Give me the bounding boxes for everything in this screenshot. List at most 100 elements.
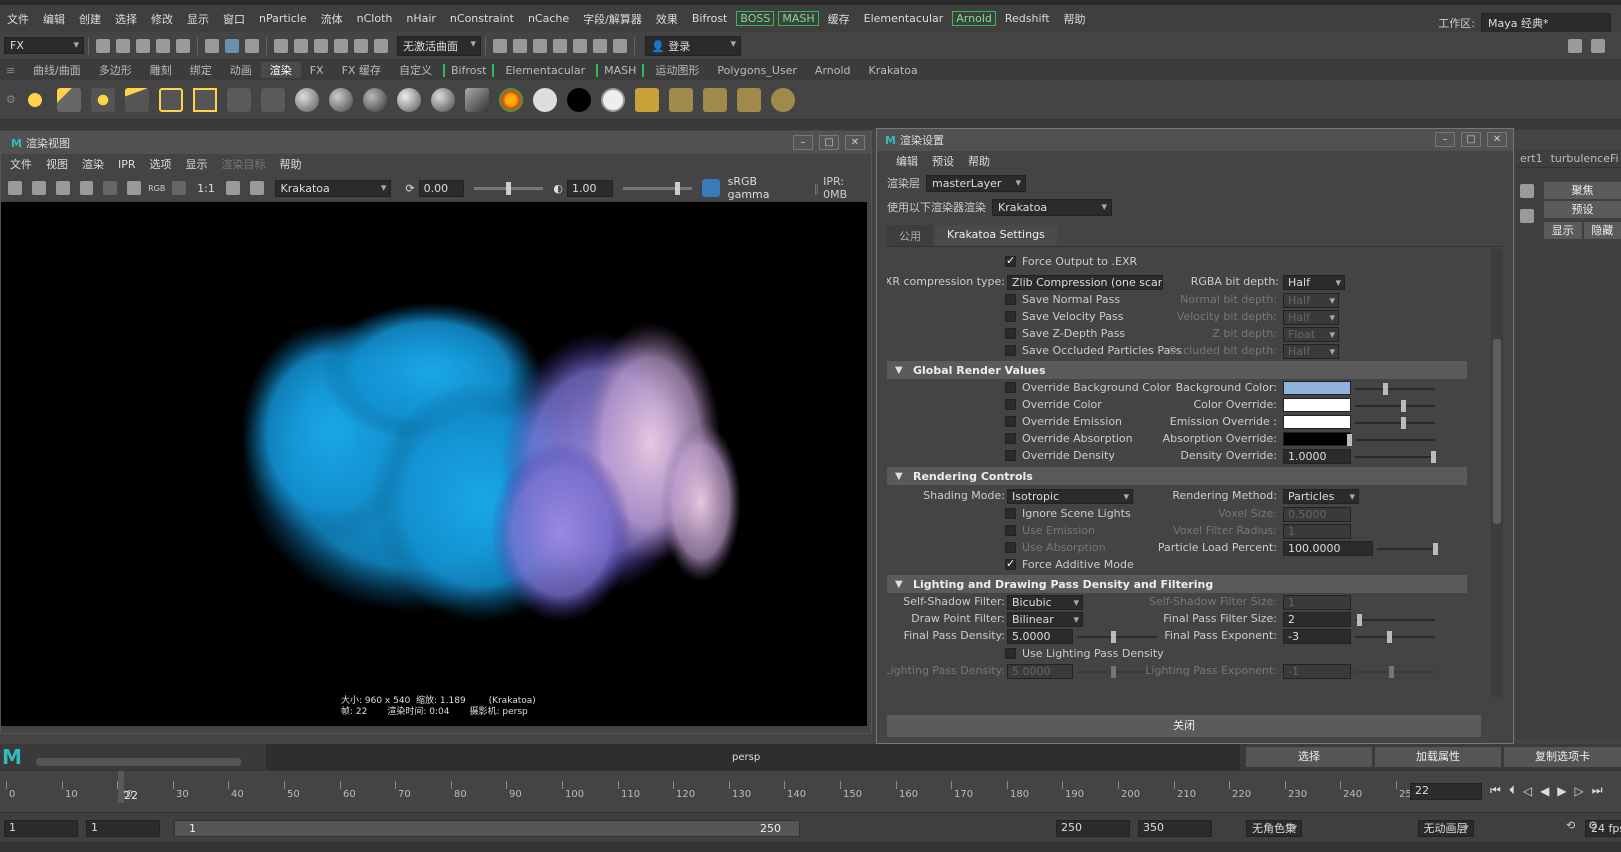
layout-icon[interactable] [1591,39,1605,53]
menu-item[interactable]: 选择 [108,11,144,27]
checkbox[interactable] [1005,525,1016,536]
density-override-field[interactable]: 1.0000 [1283,449,1351,464]
render-layer-dropdown[interactable]: masterLayer [926,174,1026,192]
minimize-button[interactable]: – [793,135,813,150]
checkbox[interactable] [1005,416,1016,427]
shelf-tab[interactable]: Polygons_User [708,64,806,77]
voxel-size-field[interactable]: 0.5000 [1283,507,1351,522]
override-checkbox[interactable]: Override Emission [1005,415,1122,428]
ratio-label[interactable]: 1:1 [197,182,215,195]
color-management-icon[interactable] [701,179,720,197]
shelf-tab-active[interactable]: 渲染 [260,62,301,78]
live-surface-field[interactable]: 无激活曲面 [397,35,481,56]
ambient-light-icon[interactable] [23,87,47,112]
exr-compression-field[interactable]: Zlib Compression (one scan line) [1007,275,1163,290]
menu-item[interactable]: 字段/解算器 [576,11,649,27]
camera-icon[interactable] [227,87,251,112]
ipr-render-icon[interactable] [533,38,547,53]
color-swatch[interactable] [1283,398,1351,412]
playback-start-field[interactable]: 1 [86,820,160,837]
menu-item[interactable]: nCache [521,12,576,25]
point-light-icon[interactable] [91,87,115,112]
render-sequence-icon[interactable] [513,38,527,53]
material-icon[interactable] [431,87,455,112]
undo-icon[interactable] [156,38,170,53]
menu-item[interactable]: BOSS [736,11,775,26]
snap-vertex-icon[interactable] [374,38,388,53]
checkbox[interactable] [1005,648,1016,659]
pass-checkbox[interactable]: Save Normal Pass [1005,293,1120,306]
rgb-channel-label[interactable]: RGB [148,184,165,193]
shelf-tab[interactable]: 动画 [221,62,261,78]
shelf-tab[interactable]: FX 缓存 [333,62,390,78]
shading-mode-dropdown[interactable]: Isotropic [1007,489,1133,504]
render-settings-titlebar[interactable]: M 渲染设置 – □ ✕ [877,129,1513,151]
select-button[interactable]: 选择 [1246,747,1372,767]
particle-load-slider[interactable] [1377,543,1438,555]
render-view-menu-item[interactable]: 帮助 [273,156,309,172]
directional-light-icon[interactable] [57,87,81,112]
shelf-tab[interactable]: 运动图形 [646,62,708,78]
node-tab[interactable]: turbulenceFi [1547,150,1621,167]
krakatoa-saver-icon[interactable] [771,87,795,112]
snapshot-icon[interactable] [55,181,70,195]
remove-image-icon[interactable] [103,181,118,195]
volume-light-icon[interactable] [193,87,217,112]
menu-set-dropdown[interactable]: FX [4,37,84,54]
white-sphere-icon[interactable] [533,87,557,112]
pass-depth-dropdown[interactable]: Half [1283,344,1339,359]
render-view-titlebar[interactable]: M 渲染视图 – □ ✕ [1,132,871,154]
lighting-exponent-slider[interactable] [1355,666,1435,678]
open-scene-icon[interactable] [116,38,130,53]
menu-item[interactable]: 窗口 [216,11,252,27]
shelf-tab[interactable]: 雕刻 [141,62,181,78]
color-wheel-icon[interactable] [499,87,523,112]
checkbox[interactable] [1005,311,1016,322]
checkbox[interactable] [1005,450,1016,461]
menu-item[interactable]: 编辑 [36,11,72,27]
display-icon[interactable] [225,181,240,195]
menu-item[interactable]: 缓存 [821,11,857,27]
anim-layer-dropdown[interactable]: 无动画层 [1417,820,1474,837]
select-object-icon[interactable] [225,38,239,53]
shader-icon[interactable] [465,87,489,112]
sidebar-toggle-icon[interactable] [1568,39,1582,53]
snap-surface-icon[interactable] [354,38,368,53]
force-exr-checkbox[interactable]: Force Output to .EXR [1005,254,1137,268]
shelf-tab[interactable]: MASH [596,63,645,77]
checkbox[interactable] [1005,557,1016,570]
minimize-button[interactable]: – [1435,132,1455,147]
shelf-tab[interactable]: Bifrost [442,63,495,77]
outline-sphere-icon[interactable] [601,87,625,112]
menu-item[interactable]: MASH [778,11,819,26]
save-scene-icon[interactable] [136,38,150,53]
play-forward-icon[interactable]: ▶ [1557,784,1566,798]
menu-item[interactable]: nParticle [252,12,314,25]
scrollbar-thumb[interactable] [1493,339,1501,524]
scene-end-field[interactable]: 350 [1138,820,1212,837]
krakatoa-prt-icon[interactable] [703,87,727,112]
final-exponent-field[interactable]: -3 [1283,629,1351,644]
shelf-tab[interactable]: Krakatoa [860,64,927,77]
render-view-menu-item[interactable]: IPR [111,158,143,171]
material-icon[interactable] [363,87,387,112]
checkbox[interactable] [1005,345,1016,356]
exposure-slider[interactable] [474,181,544,195]
settings-scrollbar[interactable] [1491,249,1503,697]
final-exponent-slider[interactable] [1355,631,1435,643]
render-view-menu-item[interactable]: 显示 [179,156,215,172]
shelf-tab[interactable]: Elementacular [496,64,594,77]
playback-prefs-icon[interactable]: ⚙ [1588,819,1598,832]
shelf-gear-icon[interactable]: ⚙ [0,93,18,106]
render-view-menu-item[interactable]: 文件 [3,156,39,172]
menu-item[interactable]: nConstraint [443,12,521,25]
range-slider[interactable]: 1 250 [174,820,800,837]
pass-depth-dropdown[interactable]: Half [1283,310,1339,325]
menu-item[interactable]: 帮助 [1057,11,1093,27]
load-attributes-button[interactable]: 加载属性 [1375,747,1501,767]
horizontal-scrollbar[interactable] [36,758,241,766]
close-settings-button[interactable]: 关闭 [887,715,1481,737]
display-alt-icon[interactable] [249,181,264,195]
tab-krakatoa-settings[interactable]: Krakatoa Settings [935,225,1057,246]
keep-image-icon[interactable] [79,181,94,195]
